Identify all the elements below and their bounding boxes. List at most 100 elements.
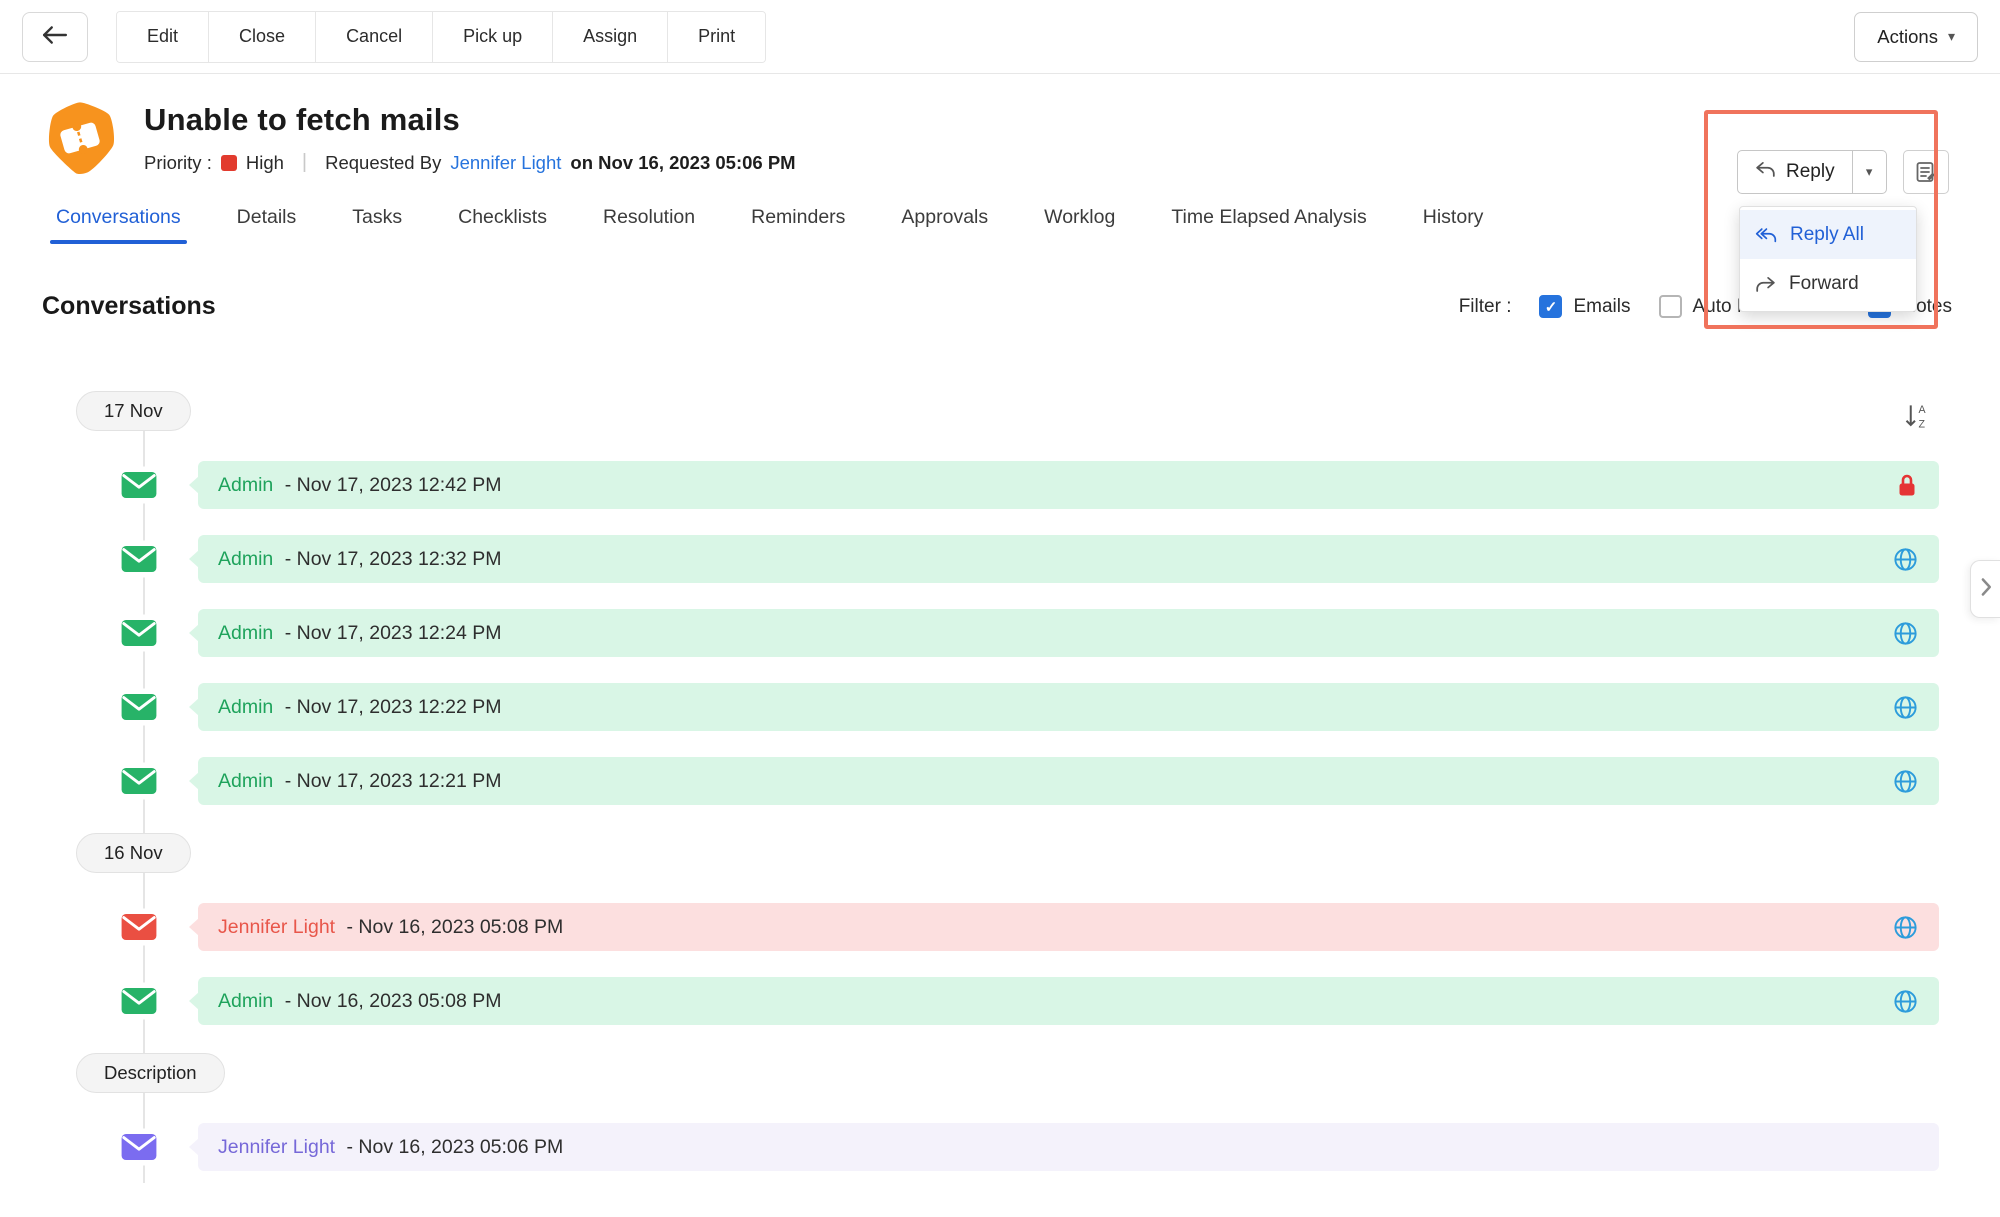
conversations-header: Conversations Filter : ✓EmailsAuto Notif…	[42, 292, 1952, 321]
conversation-time: - Nov 17, 2023 12:32 PM	[279, 548, 501, 571]
right-panel-expander[interactable]	[1970, 560, 2000, 618]
conversations-heading: Conversations	[42, 292, 216, 321]
toolbar-button-group: EditCloseCancelPick upAssignPrint	[116, 11, 766, 63]
tab-checklists[interactable]: Checklists	[458, 206, 547, 244]
reply-all-icon	[1755, 226, 1777, 244]
tab-reminders[interactable]: Reminders	[751, 206, 845, 244]
conversation-time: - Nov 16, 2023 05:06 PM	[341, 1136, 563, 1159]
filter-item-label: Emails	[1573, 296, 1630, 318]
svg-text:Z: Z	[1919, 418, 1926, 430]
toolbar-button-edit[interactable]: Edit	[117, 12, 209, 62]
chevron-down-icon: ▾	[1948, 28, 1955, 45]
forward-icon	[1755, 275, 1776, 293]
reply-dropdown-menu: Reply All Forward	[1739, 206, 1917, 312]
priority-label: Priority :	[144, 152, 212, 174]
lock-icon	[1895, 472, 1919, 499]
conversation-entry: Jennifer Light - Nov 16, 2023 05:06 PM	[42, 1123, 1939, 1171]
sort-icon[interactable]: A Z	[1902, 401, 1932, 434]
conversation-entry: Admin - Nov 16, 2023 05:08 PM	[42, 977, 1939, 1025]
conversation-time: - Nov 16, 2023 05:08 PM	[341, 916, 563, 939]
date-pill-16-nov: 16 Nov	[76, 833, 191, 873]
globe-icon	[1892, 768, 1919, 795]
conversation-row[interactable]: Admin - Nov 17, 2023 12:32 PM	[198, 535, 1939, 583]
email-icon	[120, 615, 158, 652]
actions-button[interactable]: Actions ▾	[1854, 12, 1978, 62]
toolbar-button-close[interactable]: Close	[209, 12, 316, 62]
priority-value: High	[246, 152, 284, 174]
conversation-sender[interactable]: Admin	[218, 548, 273, 571]
reply-icon	[1755, 160, 1776, 184]
toolbar-button-cancel[interactable]: Cancel	[316, 12, 433, 62]
conversation-entry: Admin - Nov 17, 2023 12:21 PM	[42, 757, 1939, 805]
conversation-sender[interactable]: Jennifer Light	[218, 916, 335, 939]
ticket-meta: Priority : High | Requested By Jennifer …	[144, 151, 796, 174]
back-arrow-icon	[42, 25, 68, 48]
top-toolbar: EditCloseCancelPick upAssignPrint Action…	[0, 0, 2000, 74]
back-button[interactable]	[22, 12, 88, 62]
globe-icon	[1892, 620, 1919, 647]
tab-approvals[interactable]: Approvals	[901, 206, 988, 244]
conversation-entry: Admin - Nov 17, 2023 12:42 PM	[42, 461, 1939, 509]
tab-bar: Conversations Details Tasks Checklists Resol…	[42, 206, 1952, 244]
conversation-entry: Admin - Nov 17, 2023 12:32 PM	[42, 535, 1939, 583]
conversation-sender[interactable]: Jennifer Light	[218, 1136, 335, 1159]
tab-worklog[interactable]: Worklog	[1044, 206, 1115, 244]
email-icon	[120, 689, 158, 726]
ticket-header: Unable to fetch mails Priority : High | …	[42, 100, 1952, 176]
requester-link[interactable]: Jennifer Light	[450, 152, 561, 174]
reply-button[interactable]: Reply	[1737, 150, 1853, 194]
toolbar-button-assign[interactable]: Assign	[553, 12, 668, 62]
date-pill-description: Description	[76, 1053, 225, 1093]
menu-item-reply-all[interactable]: Reply All	[1740, 210, 1916, 259]
menu-item-label: Forward	[1789, 273, 1859, 295]
checkbox-auto-notifications[interactable]	[1659, 295, 1682, 318]
tab-conversations[interactable]: Conversations	[56, 206, 181, 244]
conversation-row[interactable]: Jennifer Light - Nov 16, 2023 05:08 PM	[198, 903, 1939, 951]
filter-emails[interactable]: ✓ Emails	[1539, 295, 1630, 318]
conversation-row[interactable]: Admin - Nov 17, 2023 12:24 PM	[198, 609, 1939, 657]
conversation-row[interactable]: Admin - Nov 17, 2023 12:22 PM	[198, 683, 1939, 731]
ticket-title-block: Unable to fetch mails Priority : High | …	[144, 100, 796, 174]
conversation-time: - Nov 17, 2023 12:21 PM	[279, 770, 501, 793]
ticket-icon	[42, 100, 118, 176]
conversation-sender[interactable]: Admin	[218, 474, 273, 497]
conversation-time: - Nov 17, 2023 12:24 PM	[279, 622, 501, 645]
menu-item-forward[interactable]: Forward	[1740, 259, 1916, 308]
toolbar-button-pick-up[interactable]: Pick up	[433, 12, 553, 62]
svg-text:A: A	[1919, 404, 1927, 416]
menu-item-label: Reply All	[1790, 224, 1864, 246]
conversation-row[interactable]: Admin - Nov 17, 2023 12:42 PM	[198, 461, 1939, 509]
email-icon	[120, 909, 158, 946]
filter-label: Filter :	[1459, 296, 1512, 318]
requested-by-label: Requested By	[325, 152, 441, 174]
conversation-notes-icon[interactable]	[1903, 150, 1949, 194]
globe-icon	[1892, 914, 1919, 941]
globe-icon	[1892, 546, 1919, 573]
meta-divider: |	[302, 151, 307, 174]
conversation-entry: Admin - Nov 17, 2023 12:24 PM	[42, 609, 1939, 657]
tab-details[interactable]: Details	[237, 206, 297, 244]
checkbox-emails[interactable]: ✓	[1539, 295, 1562, 318]
conversation-row[interactable]: Admin - Nov 16, 2023 05:08 PM	[198, 977, 1939, 1025]
globe-icon	[1892, 988, 1919, 1015]
conversation-row[interactable]: Jennifer Light - Nov 16, 2023 05:06 PM	[198, 1123, 1939, 1171]
email-icon	[120, 1129, 158, 1166]
conversation-sender[interactable]: Admin	[218, 622, 273, 645]
toolbar-button-print[interactable]: Print	[668, 12, 765, 62]
tab-resolution[interactable]: Resolution	[603, 206, 695, 244]
conversation-sender[interactable]: Admin	[218, 770, 273, 793]
tab-tasks[interactable]: Tasks	[352, 206, 402, 244]
conversation-sender[interactable]: Admin	[218, 990, 273, 1013]
conversation-sender[interactable]: Admin	[218, 696, 273, 719]
reply-dropdown-toggle[interactable]: ▾	[1853, 150, 1887, 194]
reply-label: Reply	[1786, 161, 1835, 183]
actions-label: Actions	[1877, 26, 1938, 48]
main-content: Unable to fetch mails Priority : High | …	[0, 74, 2000, 1217]
date-pill-17-nov: 17 Nov	[76, 391, 191, 431]
reply-split-button: Reply ▾	[1737, 150, 1887, 194]
email-icon	[120, 467, 158, 504]
chevron-right-icon	[1979, 577, 1993, 602]
conversation-row[interactable]: Admin - Nov 17, 2023 12:21 PM	[198, 757, 1939, 805]
tab-history[interactable]: History	[1423, 206, 1484, 244]
tab-time-elapsed-analysis[interactable]: Time Elapsed Analysis	[1171, 206, 1366, 244]
